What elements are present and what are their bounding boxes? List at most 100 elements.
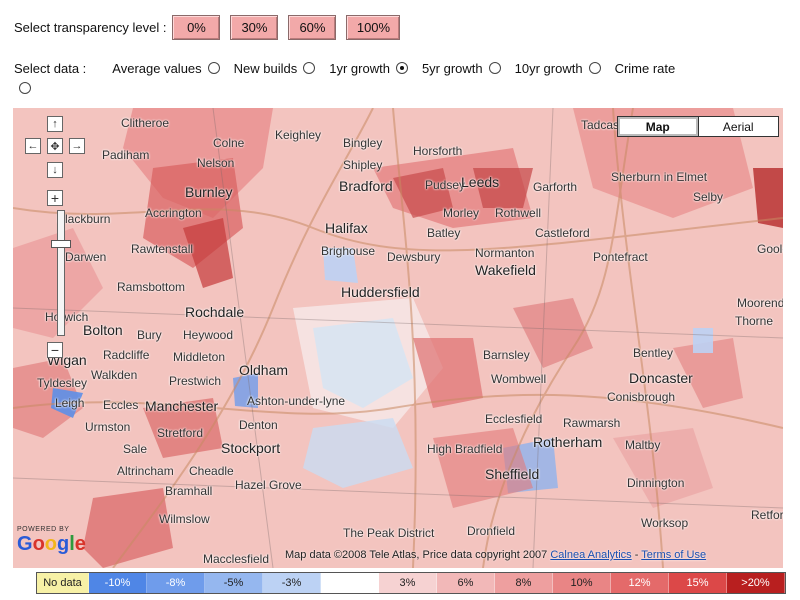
option-1yr-growth[interactable]: 1yr growth <box>329 61 408 76</box>
legend-swatch: -3% <box>263 573 321 593</box>
map-attribution: Map data ©2008 Tele Atlas, Price data co… <box>285 549 706 561</box>
data-select-label: Select data : <box>14 60 87 76</box>
pan-right-icon[interactable]: → <box>69 138 85 154</box>
option-10yr-growth[interactable]: 10yr growth <box>515 61 601 76</box>
transparency-30-button[interactable]: 30% <box>230 14 279 40</box>
place-label: Stockport <box>221 440 281 456</box>
place-label: Rochdale <box>185 304 245 320</box>
place-label: Doncaster <box>629 370 693 386</box>
option-crime-rate[interactable]: Crime rate <box>615 61 682 76</box>
transparency-60-button[interactable]: 60% <box>288 14 337 40</box>
zoom-slider[interactable] <box>57 210 65 336</box>
place-label: Sheffield <box>485 466 540 482</box>
terms-of-use-link[interactable]: Terms of Use <box>641 549 706 561</box>
google-logo[interactable]: POWERED BY Google <box>17 526 97 560</box>
place-label: Wilmslow <box>159 512 210 526</box>
place-label: Garforth <box>533 180 578 194</box>
place-label: The Peak District <box>343 526 435 540</box>
place-label: Morley <box>443 206 480 220</box>
transparency-0-button[interactable]: 0% <box>172 14 221 40</box>
place-label: Walkden <box>91 368 138 382</box>
pan-down-icon[interactable]: ↓ <box>47 162 63 178</box>
place-label: Radcliffe <box>103 348 150 362</box>
place-label: Barnsley <box>483 348 530 362</box>
place-label: Macclesfield <box>203 552 270 566</box>
zoom-in-icon[interactable]: + <box>47 190 63 206</box>
place-label: High Bradfield <box>427 442 503 456</box>
place-label: Bury <box>137 328 162 342</box>
zoom-out-icon[interactable]: − <box>47 342 63 358</box>
place-label: Stretford <box>157 426 204 440</box>
pan-center-icon[interactable]: ✥ <box>47 138 63 154</box>
powered-by-text: POWERED BY <box>17 526 70 533</box>
radio-10yr-growth[interactable] <box>588 62 601 74</box>
place-label: Goole <box>757 242 783 256</box>
place-label: Middleton <box>173 350 226 364</box>
place-label: Eccles <box>103 398 139 412</box>
place-label: Sale <box>123 442 148 456</box>
place-label: Bingley <box>343 136 383 150</box>
place-label: Nelson <box>197 156 235 170</box>
place-label: Horsforth <box>413 144 463 158</box>
place-label: Rothwell <box>495 206 542 220</box>
place-label: Retford <box>751 508 783 522</box>
place-label: Wombwell <box>491 372 547 386</box>
map-type-map-button[interactable]: Map <box>618 117 699 136</box>
place-label: Heywood <box>183 328 234 342</box>
place-label: Blackburn <box>57 212 111 226</box>
legend-swatch: -10% <box>89 573 147 593</box>
option-new-builds[interactable]: New builds <box>234 61 316 76</box>
data-select-row: Select data : Average values New builds … <box>14 58 695 78</box>
place-label: Rotherham <box>533 434 603 450</box>
transparency-100-button[interactable]: 100% <box>346 14 401 40</box>
place-label: Padiham <box>102 148 150 162</box>
place-label: Bentley <box>633 346 674 360</box>
option-5yr-growth[interactable]: 5yr growth <box>422 61 501 76</box>
place-label: Bramhall <box>165 484 213 498</box>
legend-swatch: 12% <box>611 573 669 593</box>
place-label: Leigh <box>55 396 85 410</box>
zoom-slider-handle[interactable] <box>51 240 71 248</box>
place-label: Wakefield <box>475 262 536 278</box>
calnea-analytics-link[interactable]: Calnea Analytics <box>550 549 631 561</box>
radio-5yr-growth[interactable] <box>488 62 501 74</box>
place-label: Keighley <box>275 128 322 142</box>
legend-swatch <box>321 573 379 593</box>
option-label: 10yr growth <box>514 60 583 76</box>
map-type-aerial-button[interactable]: Aerial <box>699 117 779 136</box>
place-label: Manchester <box>145 398 219 414</box>
place-label: Colne <box>213 136 245 150</box>
option-label: Average values <box>112 60 202 76</box>
option-label: New builds <box>233 60 298 76</box>
place-label: Selby <box>693 190 724 204</box>
radio-new-builds[interactable] <box>303 62 316 74</box>
map-view[interactable]: Clitheroe Colne Keighley Bingley Horsfor… <box>13 108 783 568</box>
place-label: Conisbrough <box>607 390 676 404</box>
place-label: Sherburn in Elmet <box>611 170 708 184</box>
place-label: Horwich <box>45 310 89 324</box>
radio-average-values[interactable] <box>207 62 220 74</box>
option-label: 1yr growth <box>329 60 390 76</box>
place-label: Urmston <box>85 420 131 434</box>
pan-up-icon[interactable]: ↑ <box>47 116 63 132</box>
legend-swatch: 3% <box>379 573 437 593</box>
place-label: Maltby <box>625 438 661 452</box>
place-label: Shipley <box>343 158 383 172</box>
legend-swatch: -5% <box>205 573 263 593</box>
place-label: Bolton <box>83 322 123 338</box>
place-label: Altrincham <box>117 464 174 478</box>
radio-1yr-growth[interactable] <box>395 62 408 74</box>
pan-left-icon[interactable]: ← <box>25 138 41 154</box>
attribution-text: Map data ©2008 Tele Atlas, Price data co… <box>285 549 548 561</box>
legend-swatch: >20% <box>727 573 785 593</box>
place-label: Thorne <box>735 314 774 328</box>
legend-swatch: 10% <box>553 573 611 593</box>
radio-crime-rate[interactable] <box>19 82 31 94</box>
place-label: Normanton <box>475 246 535 260</box>
place-label: Hazel Grove <box>235 478 302 492</box>
transparency-label: Select transparency level : <box>14 19 167 35</box>
place-label: Oldham <box>239 362 289 378</box>
option-average-values[interactable]: Average values <box>112 60 220 76</box>
legend-swatch: 6% <box>437 573 495 593</box>
place-label: Dronfield <box>467 524 516 538</box>
